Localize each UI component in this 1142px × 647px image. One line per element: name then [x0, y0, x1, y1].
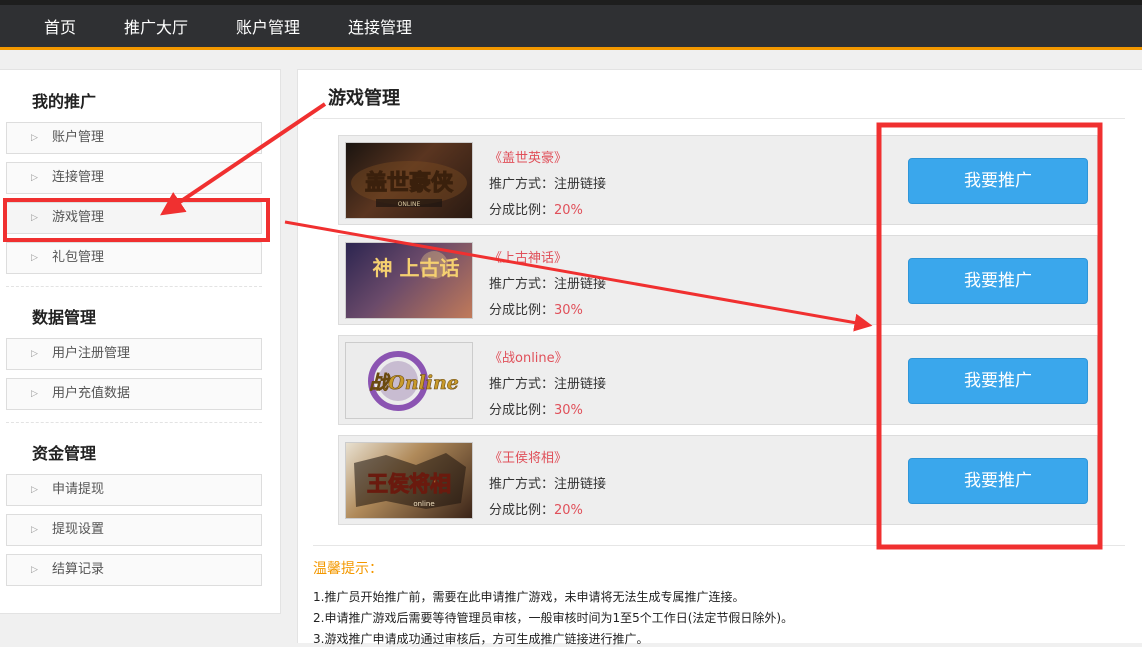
sidebar-section-title: 我的推广 — [32, 92, 97, 111]
nav-promotion-hall[interactable]: 推广大厅 — [124, 5, 188, 50]
chevron-right-icon: ▷ — [31, 485, 38, 495]
sidebar-item-label: 连接管理 — [52, 170, 105, 185]
sidebar-item-label: 用户注册管理 — [52, 346, 131, 361]
tip-text: 2.申请推广游戏后需要等待管理员审核，一般审核时间为1至5个工作日(法定节假日除… — [313, 611, 794, 625]
chevron-right-icon: ▷ — [31, 213, 38, 223]
promo-method: 推广方式：注册链接 — [489, 177, 607, 192]
nav-account-management[interactable]: 账户管理 — [236, 5, 300, 50]
game-name[interactable]: 《盖世英豪》 — [489, 147, 567, 166]
chevron-right-icon: ▷ — [31, 525, 38, 535]
share-ratio: 分成比例：20% — [489, 503, 583, 518]
sidebar-item-label: 结算记录 — [52, 562, 105, 577]
game-logo-text: 王侯将相 — [367, 471, 451, 496]
chevron-right-icon: ▷ — [31, 565, 38, 575]
promote-button[interactable]: 我要推广 — [908, 258, 1088, 304]
sidebar-section-title: 资金管理 — [32, 444, 97, 463]
share-ratio: 分成比例：30% — [489, 403, 583, 418]
chevron-right-icon: ▷ — [31, 349, 38, 359]
promo-method: 推广方式：注册链接 — [489, 477, 607, 492]
sidebar-item-withdraw[interactable]: ▷ 申请提现 — [6, 474, 262, 506]
tips-title: 温馨提示： — [313, 561, 383, 577]
sidebar-item-withdraw-settings[interactable]: ▷ 提现设置 — [6, 514, 262, 546]
sidebar-item-user-registration[interactable]: ▷ 用户注册管理 — [6, 338, 262, 370]
game-thumbnail[interactable]: 神 上古话 — [345, 242, 473, 319]
game-row: 战Online 《战online》 推广方式：注册链接 分成比例：30% 我要推… — [338, 335, 1098, 425]
promote-button[interactable]: 我要推广 — [908, 458, 1088, 504]
chevron-right-icon: ▷ — [31, 173, 38, 183]
sidebar-section-title: 数据管理 — [32, 308, 97, 327]
promo-method: 推广方式：注册链接 — [489, 377, 607, 392]
game-row: 神 上古话 《上古神话》 推广方式：注册链接 分成比例：30% 我要推广 — [338, 235, 1098, 325]
game-row: 盖世豪侠 ONLINE 《盖世英豪》 推广方式：注册链接 分成比例：20% 我要… — [338, 135, 1098, 225]
game-logo-text: 神 上古话 — [373, 256, 460, 280]
game-logo-image: 神 上古话 — [373, 251, 460, 280]
divider — [6, 422, 262, 423]
sidebar: 我的推广 ▷ 账户管理 ▷ 连接管理 ▷ 游戏管理 ▷ 礼包管理 数据管理 ▷ … — [0, 69, 281, 614]
sidebar-item-label: 提现设置 — [52, 522, 105, 537]
divider — [6, 286, 262, 287]
game-thumbnail[interactable]: 盖世豪侠 ONLINE — [345, 142, 473, 219]
sidebar-item-user-recharge[interactable]: ▷ 用户充值数据 — [6, 378, 262, 410]
main-panel: 游戏管理 盖世豪侠 ONLINE 《盖世英豪》 推广方式：注册链接 分成比例：2… — [297, 69, 1142, 646]
sidebar-item-label: 用户充值数据 — [52, 386, 131, 401]
promote-button[interactable]: 我要推广 — [908, 358, 1088, 404]
game-thumbnail[interactable]: 王侯将相 online — [345, 442, 473, 519]
game-name[interactable]: 《上古神话》 — [489, 247, 567, 266]
chevron-right-icon: ▷ — [31, 253, 38, 263]
sidebar-item-label: 礼包管理 — [52, 250, 105, 265]
promo-method: 推广方式：注册链接 — [489, 277, 607, 292]
sidebar-item-gift[interactable]: ▷ 礼包管理 — [6, 242, 262, 274]
divider — [313, 545, 1125, 546]
game-logo-image: 盖世豪侠 ONLINE — [351, 161, 467, 208]
game-name[interactable]: 《王侯将相》 — [489, 447, 567, 466]
sidebar-item-label: 游戏管理 — [52, 210, 105, 225]
game-logo-text: 盖世豪侠 — [365, 170, 454, 196]
svg-text:ONLINE: ONLINE — [398, 201, 421, 208]
sidebar-item-connection[interactable]: ▷ 连接管理 — [6, 162, 262, 194]
share-ratio: 分成比例：30% — [489, 303, 583, 318]
game-name[interactable]: 《战online》 — [489, 347, 568, 366]
divider — [313, 118, 1125, 119]
sidebar-item-game[interactable]: ▷ 游戏管理 — [6, 202, 262, 234]
sidebar-item-account[interactable]: ▷ 账户管理 — [6, 122, 262, 154]
svg-text:online: online — [413, 500, 434, 508]
nav-connection-management[interactable]: 连接管理 — [348, 5, 412, 50]
game-logo-image: 战Online — [368, 351, 459, 411]
page-title: 游戏管理 — [328, 88, 400, 109]
game-row: 王侯将相 online 《王侯将相》 推广方式：注册链接 分成比例：20% 我要… — [338, 435, 1098, 525]
game-logo-text: 战Online — [369, 372, 459, 394]
top-nav-bar: 首页 推广大厅 账户管理 连接管理 — [0, 0, 1142, 50]
sidebar-item-settlement[interactable]: ▷ 结算记录 — [6, 554, 262, 586]
tip-text: 3.游戏推广申请成功通过审核后，方可生成推广链接进行推广。 — [313, 632, 649, 646]
chevron-right-icon: ▷ — [31, 389, 38, 399]
share-ratio: 分成比例：20% — [489, 203, 583, 218]
promote-button[interactable]: 我要推广 — [908, 158, 1088, 204]
game-logo-image: 王侯将相 online — [354, 453, 466, 509]
tip-text: 1.推广员开始推广前，需要在此申请推广游戏，未申请将无法生成专属推广连接。 — [313, 590, 745, 604]
sidebar-item-label: 申请提现 — [52, 482, 105, 497]
game-thumbnail[interactable]: 战Online — [345, 342, 473, 419]
chevron-right-icon: ▷ — [31, 133, 38, 143]
nav-home[interactable]: 首页 — [44, 5, 76, 50]
sidebar-item-label: 账户管理 — [52, 130, 105, 145]
